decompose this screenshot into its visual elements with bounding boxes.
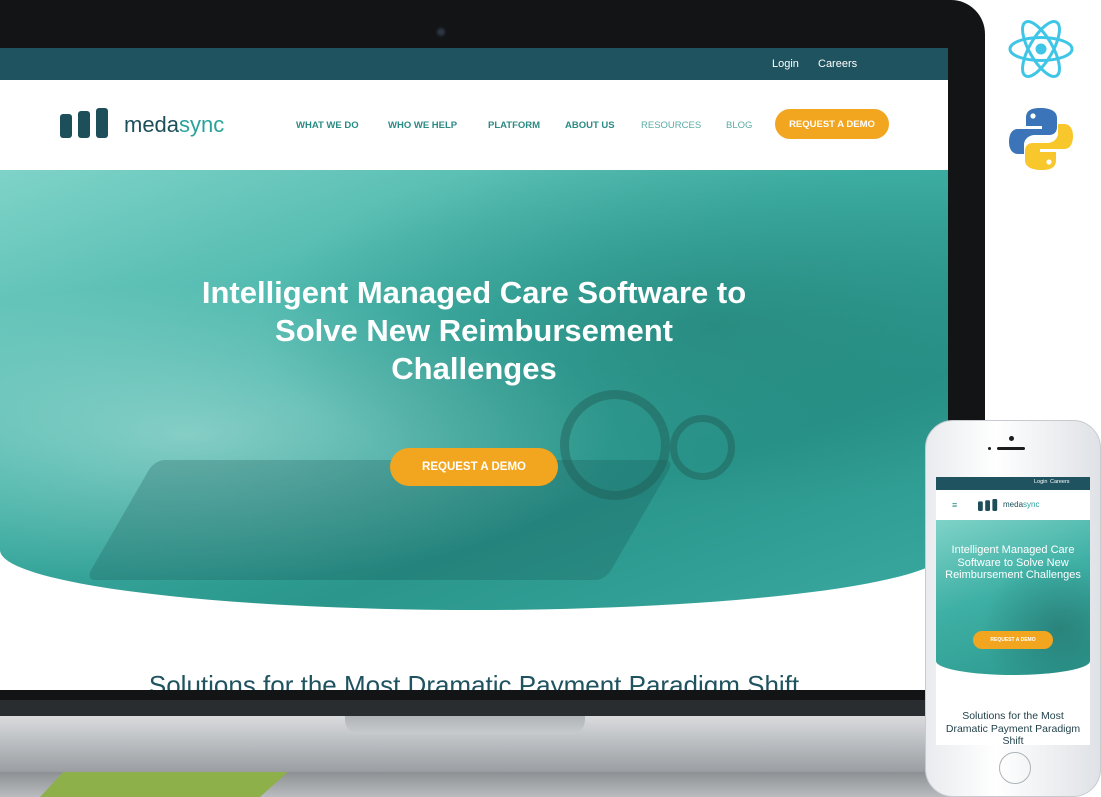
hamburger-icon[interactable]: ≡ (952, 500, 957, 510)
laptop-hinge (0, 700, 965, 716)
phone-home-button[interactable] (999, 752, 1031, 784)
nav-blog[interactable]: BLOG (726, 120, 752, 131)
phone-utility-bar: Login Careers (936, 477, 1090, 490)
laptop-camera (436, 27, 446, 37)
phone-hero-section: Intelligent Managed Care Software to Sol… (936, 520, 1090, 675)
nav-request-demo-button[interactable]: REQUEST A DEMO (775, 109, 889, 139)
react-logo-icon (1008, 20, 1074, 78)
login-link[interactable]: Login (772, 58, 799, 70)
hero-title: Intelligent Managed Care Software to Sol… (201, 275, 747, 386)
nav-what-we-do[interactable]: WHAT WE DO (296, 120, 359, 131)
medasync-logo-icon[interactable] (60, 108, 110, 138)
phone-hero-title: Intelligent Managed Care Software to Sol… (945, 544, 1081, 581)
phone-navbar: ≡ medasync (936, 490, 1090, 520)
python-logo-icon (1009, 108, 1073, 170)
phone-screen: Login Careers ≡ medasync Intelligent Man… (936, 477, 1090, 745)
hero-background-stethoscope-head (670, 415, 735, 480)
laptop-base-notch (345, 716, 585, 734)
logo-text-suffix: sync (179, 112, 225, 137)
hero-request-demo-button[interactable]: REQUEST A DEMO (390, 448, 558, 486)
hero-section: Intelligent Managed Care Software to Sol… (0, 170, 948, 610)
phone-logo-text-suffix: sync (1023, 500, 1040, 509)
brand-logo[interactable]: medasync (124, 112, 224, 138)
phone-logo-text-prefix: meda (1003, 500, 1024, 509)
nav-about-us[interactable]: ABOUT US (565, 120, 615, 131)
phone-brand-logo[interactable]: medasync (1003, 500, 1039, 509)
phone-sensor (988, 447, 991, 450)
laptop-screen: Login Careers medasync WHAT WE DO WHO WE… (0, 48, 948, 690)
phone-login-link[interactable]: Login (1034, 479, 1047, 485)
solutions-heading: Solutions for the Most Dramatic Payment … (148, 670, 800, 690)
hero-background-stethoscope (560, 390, 670, 500)
medasync-logo-icon[interactable] (978, 499, 998, 511)
phone-camera (1009, 436, 1014, 441)
utility-bar: Login Careers (0, 48, 948, 80)
main-navbar: medasync WHAT WE DO WHO WE HELP PLATFORM… (0, 80, 948, 170)
phone-careers-link[interactable]: Careers (1050, 479, 1070, 485)
careers-link[interactable]: Careers (818, 58, 857, 70)
nav-who-we-help[interactable]: WHO WE HELP (388, 120, 457, 131)
logo-text-prefix: meda (124, 112, 180, 137)
nav-platform[interactable]: PLATFORM (488, 120, 540, 131)
phone-request-demo-button[interactable]: REQUEST A DEMO (973, 631, 1053, 649)
phone-speaker (997, 447, 1025, 450)
desk-plant-leaf (40, 770, 290, 797)
phone-solutions-heading: Solutions for the Most Dramatic Payment … (945, 710, 1081, 745)
nav-resources[interactable]: RESOURCES (641, 120, 701, 131)
